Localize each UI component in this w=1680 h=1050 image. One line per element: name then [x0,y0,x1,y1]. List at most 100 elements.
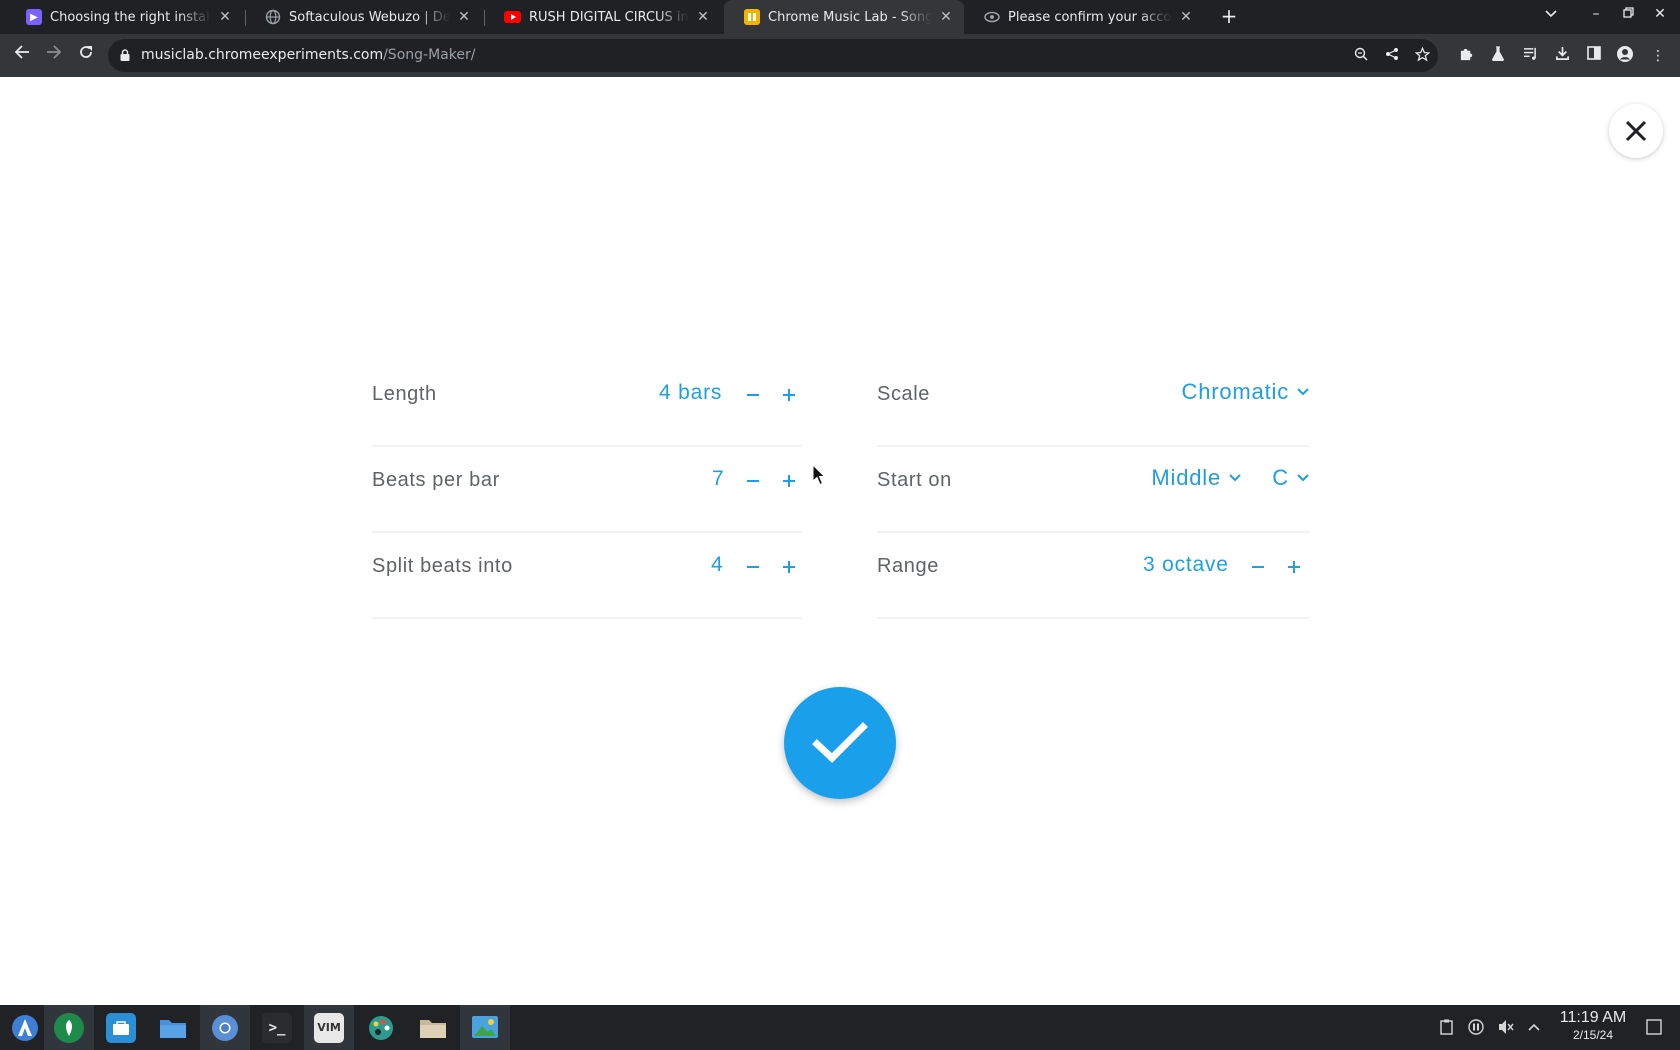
minus-icon [747,394,759,396]
store-app-icon [106,1012,136,1043]
browser-toolbar: musiclab.chromeexperiments.com/Song-Make… [0,34,1680,77]
forward-arrow-icon[interactable] [42,43,66,67]
close-tab-icon[interactable]: ✕ [217,9,233,25]
app-favicon-icon: ▶ [26,9,42,25]
range-label: Range [877,555,939,577]
split-beats-label: Split beats into [372,555,513,577]
back-arrow-icon[interactable] [10,43,34,67]
more-menu-icon[interactable]: ⋮ [1648,46,1668,66]
chevron-down-icon [1297,474,1309,482]
scale-value: Chromatic [1181,379,1289,404]
clipboard-icon[interactable] [1437,1019,1455,1037]
scale-dropdown[interactable]: Chromatic [1182,379,1309,405]
tab-confirm-account[interactable]: Please confirm your accoun ✕ [964,0,1204,34]
arch-launcher-icon [12,1014,38,1041]
extensions-puzzle-icon[interactable] [1456,46,1476,66]
taskbar-app-paint[interactable] [356,1005,406,1050]
minus-icon [747,566,759,568]
labs-flask-icon[interactable] [1488,46,1508,66]
taskbar-app-store[interactable] [96,1005,146,1050]
start-note-dropdown[interactable]: C [1272,465,1309,491]
taskbar-app-chrome[interactable] [200,1005,250,1050]
tab-chrome-music-lab[interactable]: Chrome Music Lab - Song M ✕ [724,0,964,34]
new-tab-button[interactable]: + [1216,4,1242,30]
url-path: /Song-Maker/ [383,47,476,63]
minus-icon [1252,566,1264,568]
share-icon[interactable] [1383,47,1401,65]
split-beats-value: 4 [711,553,724,576]
length-label: Length [372,383,437,405]
close-tab-icon[interactable]: ✕ [938,9,954,25]
tab-strip: ▶ Choosing the right installatio ✕ Softa… [0,0,1680,34]
beats-per-bar-increase-button[interactable] [775,467,803,495]
mail-favicon-icon [984,9,1000,25]
reload-icon[interactable] [74,43,98,67]
close-settings-button[interactable] [1609,104,1663,158]
system-clock[interactable]: 11:19 AM 2/15/24 [1548,1009,1638,1042]
taskbar-app-vpn[interactable] [44,1005,94,1050]
range-decrease-button[interactable] [1244,553,1272,581]
minimize-icon[interactable]: – [1585,6,1607,22]
restore-icon[interactable] [1617,6,1639,22]
scale-setting: Scale Chromatic [877,361,1309,447]
volume-muted-icon[interactable] [1497,1019,1515,1037]
bookmark-star-icon[interactable] [1413,46,1431,65]
chrome-app-icon [212,1014,238,1041]
image-viewer-icon [472,1015,498,1038]
tab-search-icon[interactable] [1540,6,1562,22]
media-queue-icon[interactable] [1520,46,1540,66]
tab-title: RUSH DIGITAL CIRCUS in ch [529,9,689,25]
clock-date: 2/15/24 [1572,1028,1614,1042]
music-lab-favicon-icon [744,9,760,25]
length-setting: Length 4 bars [372,361,802,447]
tray-expand-icon[interactable] [1525,1019,1543,1037]
close-tab-icon[interactable]: ✕ [695,9,711,25]
globe-favicon-icon [265,9,281,25]
close-icon [1625,120,1647,142]
split-beats-increase-button[interactable] [775,553,803,581]
taskbar-app-terminal[interactable]: >_ [252,1005,302,1050]
start-on-label: Start on [877,469,952,491]
close-window-icon[interactable]: ✕ [1649,6,1671,22]
beats-per-bar-decrease-button[interactable] [739,467,767,495]
launcher-button[interactable] [0,1005,50,1050]
minus-icon [747,480,759,482]
taskbar-app-vim[interactable]: VIM [304,1005,354,1050]
zoom-icon[interactable] [1352,47,1370,65]
taskbar-app-files[interactable] [148,1005,198,1050]
mouse-cursor-icon [812,464,826,486]
taskbar-app-folder[interactable] [408,1005,458,1050]
tab-title: Chrome Music Lab - Song M [768,9,932,25]
os-taskbar: >_ VIM 11:19 AM 2/15/24 [0,1005,1680,1050]
tab-rush-digital-circus[interactable]: RUSH DIGITAL CIRCUS in ch ✕ [484,0,721,34]
chevron-down-icon [1297,388,1309,396]
range-increase-button[interactable] [1280,553,1308,581]
tab-softaculous[interactable]: Softaculous Webuzo | Defau ✕ [245,0,482,34]
length-increase-button[interactable] [775,381,803,409]
profile-avatar-icon[interactable] [1615,46,1635,66]
beats-per-bar-setting: Beats per bar 7 [372,447,802,533]
tab-title: Choosing the right installatio [50,9,211,25]
show-desktop-icon[interactable] [1645,1019,1663,1037]
confirm-settings-button[interactable] [784,687,896,799]
start-octave-value: Middle [1151,465,1221,490]
close-tab-icon[interactable]: ✕ [1178,9,1194,25]
start-octave-dropdown[interactable]: Middle [1151,465,1241,491]
start-on-setting: Start on Middle C [877,447,1309,533]
vpn-app-icon [54,1012,84,1043]
terminal-app-icon: >_ [262,1012,292,1043]
scale-label: Scale [877,383,931,405]
url-text: musiclab.chromeexperiments.com/Song-Make… [141,47,475,63]
taskbar-app-image-viewer[interactable] [460,1005,510,1050]
address-bar[interactable]: musiclab.chromeexperiments.com/Song-Make… [108,39,1438,72]
download-icon[interactable] [1552,46,1572,66]
split-beats-decrease-button[interactable] [739,553,767,581]
length-decrease-button[interactable] [739,381,767,409]
pause-icon[interactable] [1467,1019,1485,1037]
close-tab-icon[interactable]: ✕ [456,9,472,25]
youtube-favicon-icon [504,11,521,23]
tab-choosing-installation[interactable]: ▶ Choosing the right installatio ✕ [6,0,243,34]
range-setting: Range 3 octave [877,533,1309,619]
clock-time: 11:19 AM [1559,1009,1627,1026]
side-panel-icon[interactable] [1584,46,1604,66]
